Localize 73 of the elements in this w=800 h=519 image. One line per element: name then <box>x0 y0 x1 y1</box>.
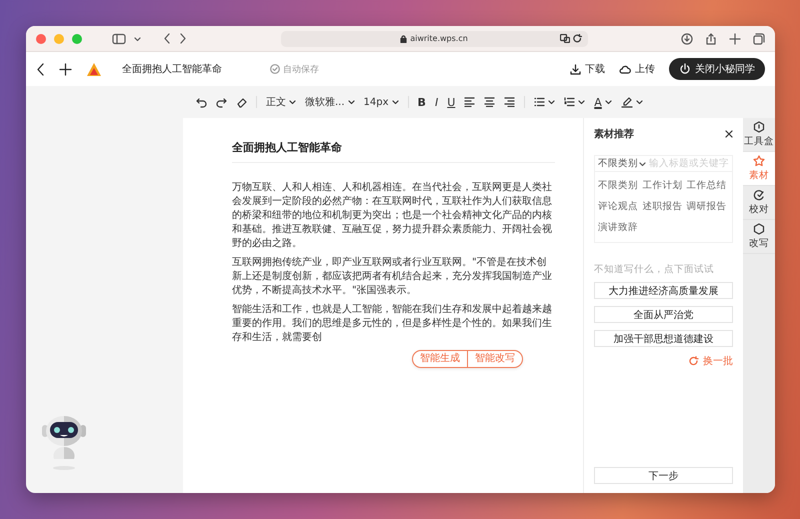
underline-button[interactable]: U <box>447 96 456 108</box>
side-tab[interactable]: 校对 <box>743 186 775 220</box>
address-bar[interactable]: aiwrite.wps.cn <box>280 30 588 46</box>
document-title: 全面拥抱人工智能革命 <box>122 62 222 76</box>
chevron-down-icon[interactable] <box>639 160 646 166</box>
suggestion-button[interactable]: 全面从严治党 <box>594 306 733 323</box>
category-option[interactable]: 工作总结 <box>686 179 729 192</box>
back-icon[interactable] <box>36 62 45 76</box>
align-center-icon[interactable] <box>484 97 496 107</box>
bulleted-list-icon[interactable] <box>534 97 546 107</box>
category-dropdown[interactable]: 不限类别 <box>598 157 646 170</box>
undo-icon[interactable] <box>196 96 207 108</box>
new-document-icon[interactable] <box>59 62 72 76</box>
sidebar-icon[interactable] <box>112 32 126 44</box>
close-assistant-button[interactable]: 关闭小秘同学 <box>669 58 765 80</box>
chevron-down-icon[interactable] <box>578 99 586 105</box>
category-option[interactable]: 述职报告 <box>642 200 685 213</box>
category-option[interactable]: 评论观点 <box>598 200 640 213</box>
cloud-icon[interactable] <box>619 64 631 74</box>
refresh-icon[interactable] <box>689 356 699 366</box>
check-circle-icon <box>270 64 280 74</box>
category-option[interactable]: 调研报告 <box>686 200 729 213</box>
redo-icon[interactable] <box>216 96 227 108</box>
chevron-down-icon[interactable] <box>636 99 643 105</box>
bold-button[interactable]: B <box>418 96 426 108</box>
star-icon <box>753 155 765 167</box>
category-option[interactable]: 工作计划 <box>642 179 685 192</box>
suggestion-button[interactable]: 大力推进经济高质量发展 <box>594 282 733 299</box>
paragraph: 互联网拥抱传统产业，即产业互联网或者行业互联网。"不管是在技术创新上还是制度创新，都应该把两者有机结合起来，充分发挥我国制造产业优势，不断提高技术水平。"张国强表示。 <box>232 256 553 298</box>
chevron-down-icon[interactable] <box>348 99 355 105</box>
document-heading: 全面拥抱人工智能革命 <box>232 140 555 163</box>
power-icon <box>679 63 691 75</box>
chevron-down-icon[interactable] <box>134 36 141 42</box>
back-icon[interactable] <box>163 33 171 44</box>
next-button[interactable]: 下一步 <box>594 467 733 484</box>
eraser-icon[interactable] <box>236 96 247 108</box>
chevron-down-icon[interactable] <box>604 99 612 105</box>
download-icon[interactable] <box>570 64 581 74</box>
suggestion-button[interactable]: 加强干部思想道德建设 <box>594 330 733 347</box>
chevron-down-icon[interactable] <box>289 99 296 105</box>
category-option[interactable]: 演讲致辞 <box>598 221 640 234</box>
chevron-down-icon[interactable] <box>548 99 556 105</box>
download-icon[interactable] <box>681 32 693 44</box>
logo-icon <box>86 62 102 76</box>
font-dropdown[interactable]: 微软雅... <box>305 95 355 109</box>
align-right-icon[interactable] <box>504 97 516 107</box>
side-tab[interactable]: 改写 <box>743 220 775 254</box>
paragraph: 万物互联、人和人相连、人和机器相连。在当代社会，互联网更是人类社会发展到一定阶段的必然产物：在互联网时代，互联社作为人们获取信息的桥梁和纽带的地位和机制更为突出；也是一个社会精神文化产品的内核和基础。推进互教联健、互融互促，努力提升群众素质能力、开阔社会视野的必由之路。 <box>232 181 553 251</box>
highlighter-icon[interactable] <box>620 96 633 108</box>
numbered-list-icon[interactable] <box>564 97 576 107</box>
share-icon[interactable] <box>705 32 717 44</box>
paragraph-style-dropdown[interactable]: 正文 <box>266 95 296 109</box>
save-status: 自动保存 <box>283 64 319 76</box>
upload-link[interactable]: 上传 <box>635 62 655 76</box>
forward-icon[interactable] <box>179 33 187 44</box>
close-icon[interactable] <box>725 130 733 138</box>
lock-icon <box>400 34 408 42</box>
font-color-button[interactable]: A <box>594 96 602 108</box>
panel-title: 素材推荐 <box>594 128 634 141</box>
url-text: aiwrite.wps.cn <box>410 34 468 43</box>
reload-icon[interactable] <box>572 34 582 42</box>
download-link[interactable]: 下载 <box>585 62 605 76</box>
italic-button[interactable]: I <box>434 96 438 108</box>
close-window-button[interactable] <box>36 34 46 44</box>
chevron-down-icon[interactable] <box>392 99 399 105</box>
new-tab-icon[interactable] <box>729 32 741 44</box>
robot-drawing <box>40 413 88 471</box>
category-option[interactable]: 不限类别 <box>598 179 640 192</box>
font-size-dropdown[interactable]: 14px <box>364 96 399 108</box>
hint-text: 不知道写什么，点下面试试 <box>594 263 715 276</box>
tabs-icon[interactable] <box>753 32 765 44</box>
paragraph: 智能生活和工作，也就是人工智能，智能在我们生存和发展中起着越来越重要的作用。我们的思维是多元性的，但是多样性是个性的。如果我们生存和生活，就需要创 <box>232 303 553 345</box>
align-left-icon[interactable] <box>464 97 476 107</box>
